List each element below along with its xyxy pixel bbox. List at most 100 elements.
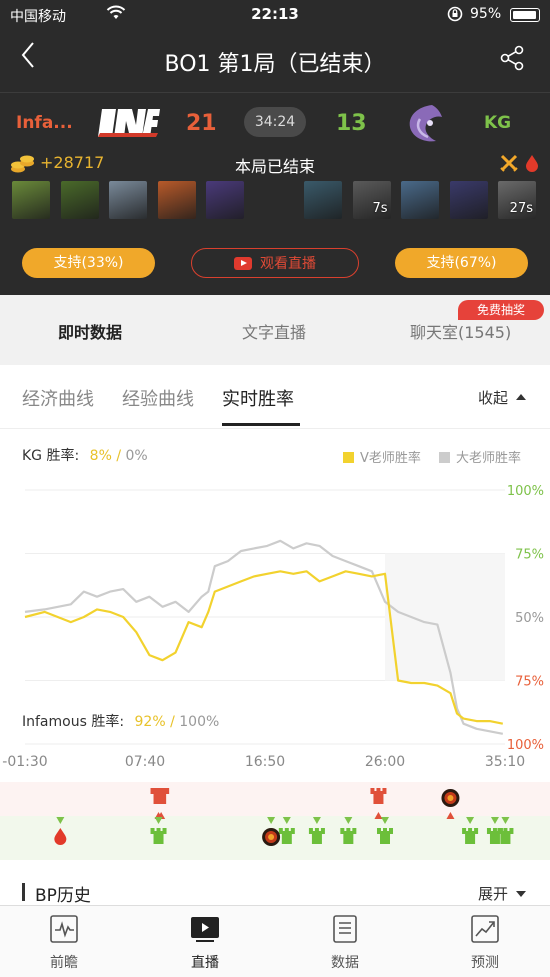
lottery-badge[interactable]: 免费抽奖 [458,300,544,320]
winrate-chart: 100% 75% 50% 75% 100% -01:30 07:40 16:50 26:00 35… [0,484,550,860]
hero-list-right: 7s 27s [304,181,544,219]
header-divider [0,92,550,93]
support-right-button[interactable]: 支持(67%) [395,248,528,278]
hero-portrait[interactable]: 7s [352,181,391,219]
tab-live-data[interactable]: 即时数据 [58,319,122,343]
battery-percent: 95% [470,6,502,22]
kg-winrate-label: KG 胜率: [22,448,80,464]
tab-text-live[interactable]: 文字直播 [242,319,306,343]
battery-icon [510,8,540,22]
respawn-timer: 27s [509,201,533,216]
support-left-button[interactable]: 支持(33%) [22,248,155,278]
nav-bar: BO1 第1局（已结束） [0,30,550,92]
rotation-lock-icon [446,5,464,27]
share-icon [500,45,524,71]
inf-winrate: Infamous 胜率: 92% / 100% [22,711,219,731]
hero-portrait[interactable] [12,181,50,219]
inf-winrate-label: Infamous 胜率: [22,714,125,730]
watch-live-button[interactable]: 观看直播 [191,248,359,278]
kg-winrate-da: 0% [125,448,148,464]
subtab-economy[interactable]: 经济曲线 [22,385,94,411]
team-left-logo[interactable] [98,103,160,147]
caret-up-icon [516,393,527,400]
match-status: 本局已结束 [234,157,315,176]
bp-history-header: BP历史 展开 [0,873,550,906]
play-icon [234,256,252,270]
collapse-button[interactable]: 收起 [478,387,527,408]
expand-label: 展开 [478,885,509,903]
clock: 22:13 [251,5,299,23]
first-blood-icon [525,154,539,176]
y-tick-label: 100% [507,738,544,753]
x-tick-label: -01:30 [2,754,47,770]
team-right-logo[interactable] [402,101,446,151]
app-root: 中国移动 22:13 95% BO1 第1局（已结束） Infa... 21 3… [0,0,550,977]
shaded-region [384,553,505,681]
nav-predict-label: 预测 [471,955,499,971]
subtab-experience[interactable]: 经验曲线 [122,385,194,411]
team-right-name[interactable]: KG [484,113,511,133]
gold-row: +28717 本局已结束 [0,152,550,176]
document-icon [333,915,357,943]
chart-subtabs: 经济曲线 经验曲线 实时胜率 收起 [0,365,550,429]
hero-portrait[interactable] [304,181,342,219]
legend-da: 大老师胜率 [439,447,521,466]
legend-da-label: 大老师胜率 [456,451,522,466]
legend-v-swatch [343,452,354,463]
section-marker [22,883,25,901]
hero-portrait[interactable] [157,181,196,219]
bottom-nav: 前瞻 直播 数据 预测 [0,905,550,977]
y-tick-label: 100% [507,484,544,499]
score-left: 21 [186,111,217,136]
share-button[interactable] [498,44,526,76]
team-left-name[interactable]: Infa... [16,113,73,133]
pulse-doc-icon [50,915,78,943]
hero-list-left [12,181,252,219]
score-row: Infa... 21 34:24 13 KG [0,95,550,151]
roshan-icon [441,789,460,807]
inf-winrate-sep: / [170,714,175,730]
subtab-winrate[interactable]: 实时胜率 [222,385,294,411]
legend-v: V老师胜率 [343,447,421,466]
match-header: 中国移动 22:13 95% BO1 第1局（已结束） Infa... 21 3… [0,0,550,295]
x-tick-label: 16:50 [245,754,285,770]
trend-chart-icon [471,915,499,943]
roshan-icon [262,828,281,846]
nav-data-label: 数据 [331,955,359,971]
respawn-timer: 7s [372,201,388,216]
hero-portrait[interactable]: 27s [498,181,536,219]
nav-preview-label: 前瞻 [50,955,78,971]
x-tick-label: 35:10 [485,754,525,770]
inf-winrate-da: 100% [179,714,220,730]
x-tick-label: 07:40 [125,754,165,770]
expand-button[interactable]: 展开 [478,883,527,904]
y-tick-label: 50% [515,611,544,626]
nav-data[interactable]: 数据 [305,914,385,972]
match-duration: 34:24 [244,107,306,137]
score-right: 13 [336,111,367,136]
hero-portrait[interactable] [60,181,99,219]
play-screen-icon [191,917,219,942]
legend-v-label: V老师胜率 [360,451,421,466]
nav-live-label: 直播 [191,955,219,971]
nav-preview[interactable]: 前瞻 [24,914,104,972]
nav-live[interactable]: 直播 [165,914,245,972]
watch-live-label: 观看直播 [260,256,316,272]
bp-history-label: BP历史 [35,886,91,906]
x-tick-label: 26:00 [365,754,405,770]
y-tick-label: 75% [515,548,544,563]
tab-chatroom[interactable]: 聊天室(1545) [410,319,511,343]
active-subtab-indicator [222,423,300,426]
crossed-swords-icon [500,154,518,176]
nav-predict[interactable]: 预测 [445,914,525,972]
kg-winrate-sep: / [116,448,122,464]
hero-portrait[interactable] [401,181,439,219]
hero-portrait[interactable] [449,181,488,219]
status-bar: 中国移动 22:13 95% [0,0,550,30]
page-title: BO1 第1局（已结束） [164,52,386,77]
kg-winrate: KG 胜率: 8% / 0% [22,445,148,465]
hero-portrait[interactable] [206,181,244,219]
hero-portrait[interactable] [109,181,147,219]
y-tick-label: 75% [515,675,544,690]
inf-winrate-v: 92% [134,714,166,730]
